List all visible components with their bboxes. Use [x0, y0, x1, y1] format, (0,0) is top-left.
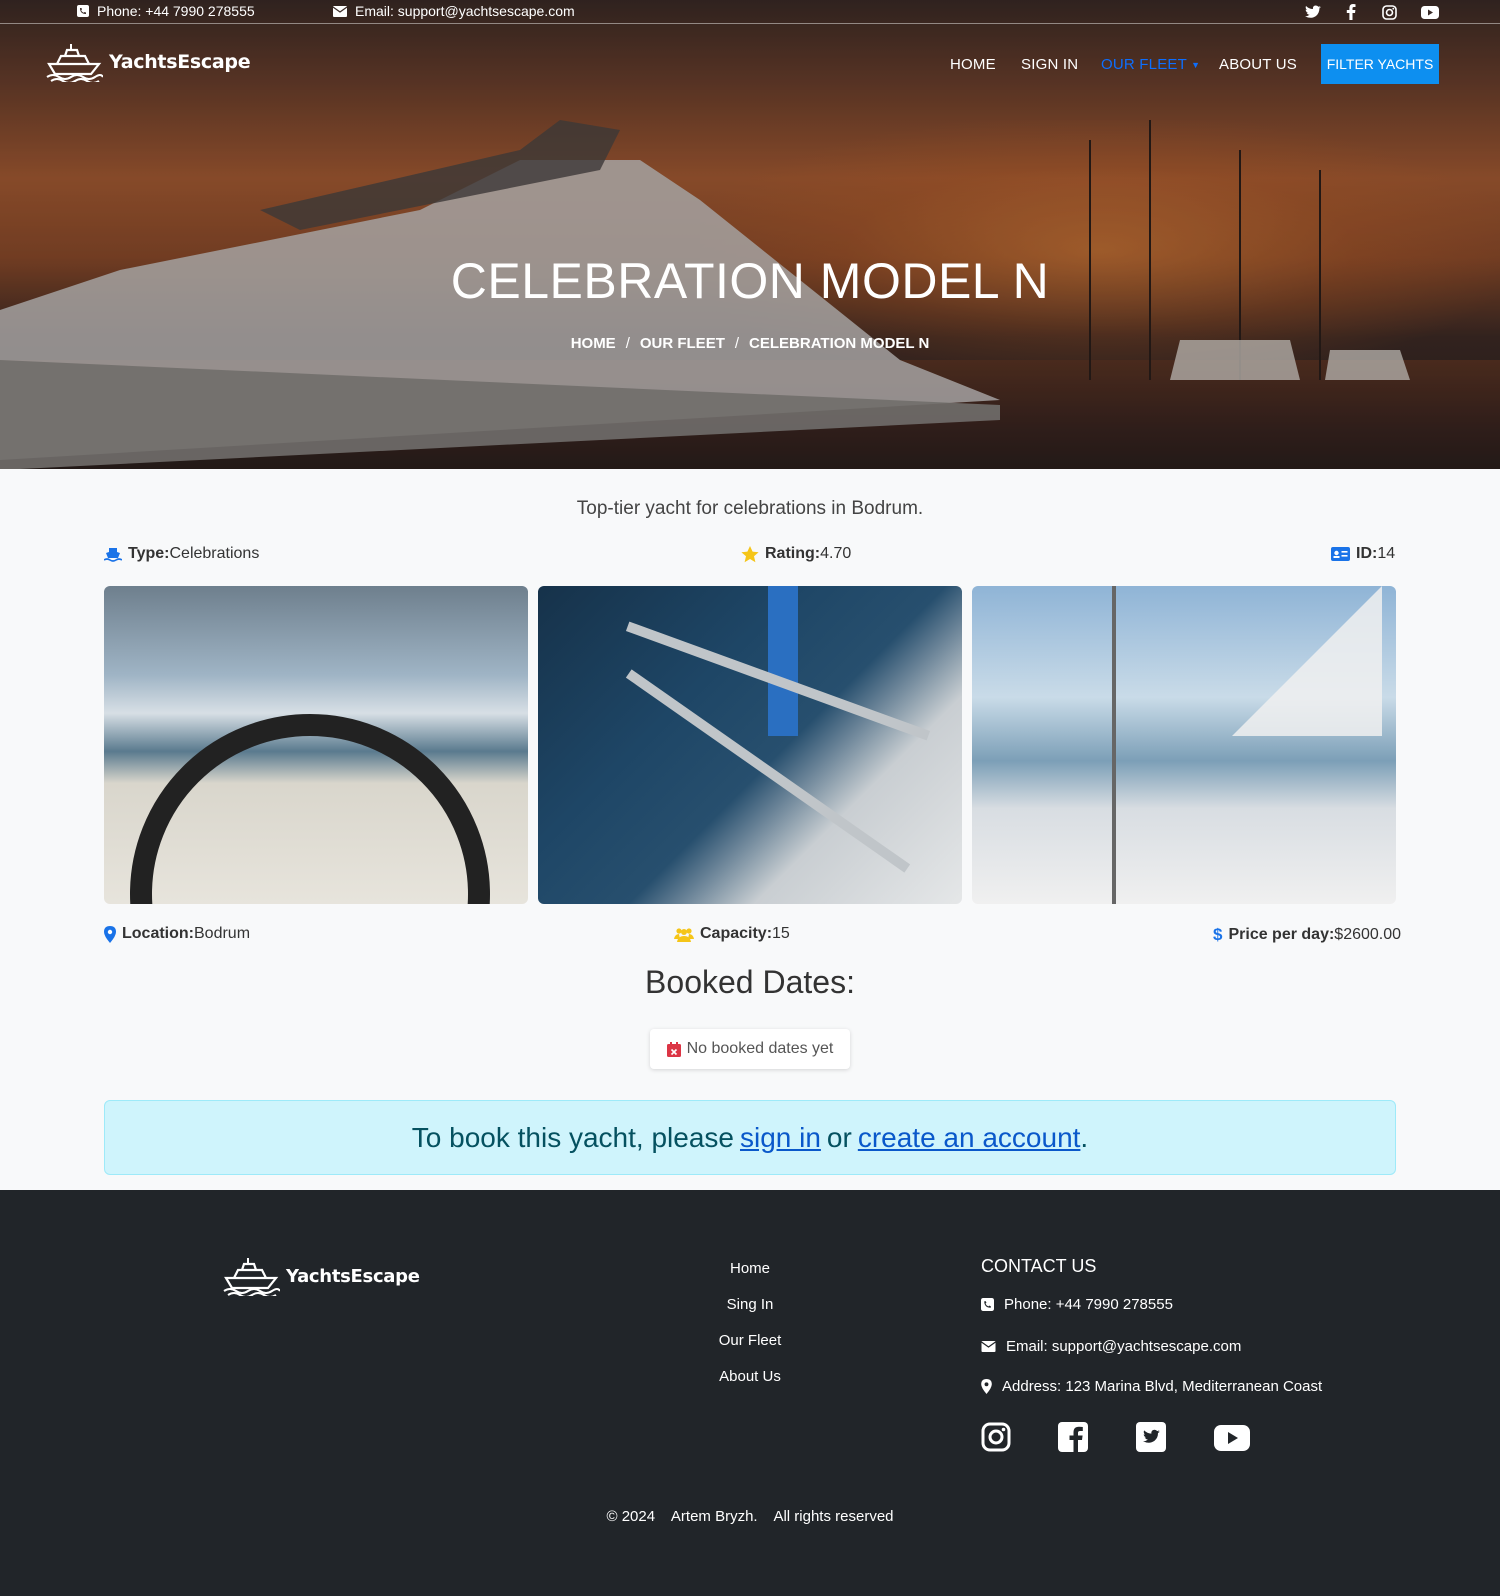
- create-account-link[interactable]: create an account: [858, 1122, 1081, 1154]
- alert-or: or: [826, 1121, 852, 1153]
- page-title: CELEBRATION MODEL N: [450, 253, 1050, 309]
- yacht-capacity-label: Capacity:: [700, 925, 773, 942]
- youtube-icon[interactable]: [1421, 3, 1439, 21]
- yacht-description: Top-tier yacht for celebrations in Bodru…: [576, 498, 924, 519]
- topbar-email: Email: support@yachtsescape.com: [333, 3, 575, 19]
- phone-icon: [77, 5, 89, 17]
- main-nav: YachtsEscape HOME SIGN IN OUR FLEET ▼ AB…: [0, 24, 1500, 104]
- footer-link-sign-in[interactable]: Sing In: [650, 1296, 850, 1313]
- alert-prefix: To book this yacht, please: [411, 1121, 734, 1153]
- nav-item-home[interactable]: HOME: [950, 56, 996, 73]
- breadcrumb-our-fleet[interactable]: OUR FLEET: [640, 335, 725, 352]
- nav-item-sign-in[interactable]: SIGN IN: [1021, 56, 1078, 73]
- breadcrumb-current: CELEBRATION MODEL N: [749, 335, 930, 352]
- topbar-phone: Phone: +44 7990 278555: [77, 3, 255, 19]
- dollar-icon: $: [1213, 925, 1223, 944]
- copyright-year: © 2024: [606, 1508, 656, 1525]
- alert-suffix: .: [1080, 1121, 1089, 1153]
- chevron-down-icon: ▼: [1191, 60, 1201, 71]
- footer-link-about-us[interactable]: About Us: [650, 1368, 850, 1385]
- envelope-icon: [333, 5, 347, 17]
- breadcrumb: HOME / OUR FLEET / CELEBRATION MODEL N: [0, 335, 1500, 352]
- nav-item-about-us[interactable]: ABOUT US: [1219, 56, 1297, 73]
- yacht-id-value: 14: [1377, 545, 1396, 562]
- mast: [1112, 586, 1116, 904]
- instagram-icon[interactable]: [1380, 3, 1398, 21]
- top-contact-bar: Phone: +44 7990 278555 Email: support@ya…: [0, 0, 1500, 24]
- footer-link-our-fleet[interactable]: Our Fleet: [650, 1332, 850, 1349]
- nav-item-our-fleet-label: OUR FLEET: [1101, 56, 1187, 73]
- yacht-location: Location: Bodrum: [104, 925, 250, 943]
- breadcrumb-separator: /: [734, 335, 740, 352]
- yacht-price: $ Price per day: $2600.00: [1213, 925, 1401, 945]
- bow-rail: [768, 586, 798, 736]
- gallery-image-family[interactable]: [972, 586, 1396, 904]
- yacht-rating-label: Rating:: [765, 545, 821, 562]
- booked-dates-empty-text: No booked dates yet: [686, 1040, 834, 1057]
- copyright-name: Artem Bryzh.: [670, 1508, 758, 1525]
- helm-wheel: [130, 714, 490, 904]
- breadcrumb-separator: /: [625, 335, 630, 352]
- login-alert: To book this yacht, please sign in or cr…: [104, 1100, 1396, 1175]
- star-icon: [741, 545, 759, 562]
- footer-email: Email: support@yachtsescape.com: [981, 1338, 1241, 1355]
- brand-name: YachtsEscape: [109, 51, 251, 73]
- yacht-id-label: ID:: [1356, 545, 1378, 562]
- footer: YachtsEscape Home Sing In Our Fleet Abou…: [0, 1190, 1500, 1596]
- yacht-capacity: Capacity: 15: [674, 925, 790, 943]
- yacht-price-value: $2600.00: [1334, 926, 1402, 943]
- booked-dates-title: Booked Dates:: [645, 964, 855, 1000]
- booked-dates-empty: No booked dates yet: [650, 1029, 850, 1069]
- gallery-image-helm[interactable]: [104, 586, 528, 904]
- filter-yachts-button[interactable]: FILTER YACHTS: [1321, 44, 1439, 84]
- twitter-square-icon[interactable]: [1136, 1422, 1168, 1454]
- brand-logo[interactable]: YachtsEscape: [45, 42, 251, 82]
- yacht-price-label: Price per day:: [1228, 926, 1335, 943]
- yacht-type: Type: Celebrations: [104, 545, 259, 563]
- footer-email-text: Email: support@yachtsescape.com: [1006, 1338, 1242, 1355]
- footer-address: Address: 123 Marina Blvd, Mediterranean …: [981, 1378, 1322, 1395]
- yacht-rating: Rating: 4.70: [741, 545, 851, 563]
- footer-brand-name: YachtsEscape: [286, 1265, 420, 1287]
- sign-in-link[interactable]: sign in: [740, 1122, 821, 1154]
- phone-icon: [981, 1298, 994, 1311]
- gallery-image-bow[interactable]: [538, 586, 962, 904]
- contact-us-title: CONTACT US: [981, 1256, 1097, 1276]
- yacht-type-label: Type:: [128, 545, 170, 562]
- copyright: © 2024 Artem Bryzh. All rights reserved: [0, 1508, 1500, 1525]
- footer-phone: Phone: +44 7990 278555: [981, 1296, 1173, 1313]
- youtube-icon[interactable]: [1214, 1422, 1250, 1454]
- footer-phone-text: Phone: +44 7990 278555: [1004, 1296, 1173, 1313]
- copyright-rights: All rights reserved: [773, 1508, 894, 1525]
- instagram-icon[interactable]: [981, 1422, 1013, 1454]
- yacht-capacity-value: 15: [772, 925, 790, 942]
- yacht-logo-icon: [223, 1258, 280, 1296]
- envelope-icon: [981, 1341, 996, 1352]
- yacht-location-label: Location:: [122, 925, 194, 942]
- yacht-type-value: Celebrations: [169, 545, 260, 562]
- yacht-logo-icon: [46, 44, 103, 82]
- yacht-rating-value: 4.70: [820, 545, 852, 562]
- topbar-email-text: Email: support@yachtsescape.com: [355, 3, 575, 19]
- calendar-x-icon: [666, 1041, 681, 1057]
- footer-brand-logo[interactable]: YachtsEscape: [222, 1256, 420, 1296]
- twitter-icon[interactable]: [1304, 3, 1322, 21]
- id-card-icon: [1331, 547, 1350, 561]
- map-pin-icon: [981, 1379, 992, 1394]
- nav-item-our-fleet[interactable]: OUR FLEET ▼: [1101, 56, 1200, 73]
- yacht-id: ID: 14: [1331, 545, 1395, 563]
- breadcrumb-home[interactable]: HOME: [571, 335, 616, 352]
- users-icon: [674, 927, 694, 942]
- yacht-location-value: Bodrum: [194, 925, 251, 942]
- sail: [1232, 586, 1382, 736]
- facebook-square-icon[interactable]: [1058, 1422, 1090, 1454]
- footer-address-text: Address: 123 Marina Blvd, Mediterranean …: [1002, 1378, 1323, 1395]
- map-pin-icon: [104, 925, 116, 943]
- ship-icon: [104, 548, 122, 562]
- footer-link-home[interactable]: Home: [650, 1260, 850, 1277]
- topbar-phone-text: Phone: +44 7990 278555: [97, 3, 255, 19]
- facebook-icon[interactable]: [1342, 3, 1360, 21]
